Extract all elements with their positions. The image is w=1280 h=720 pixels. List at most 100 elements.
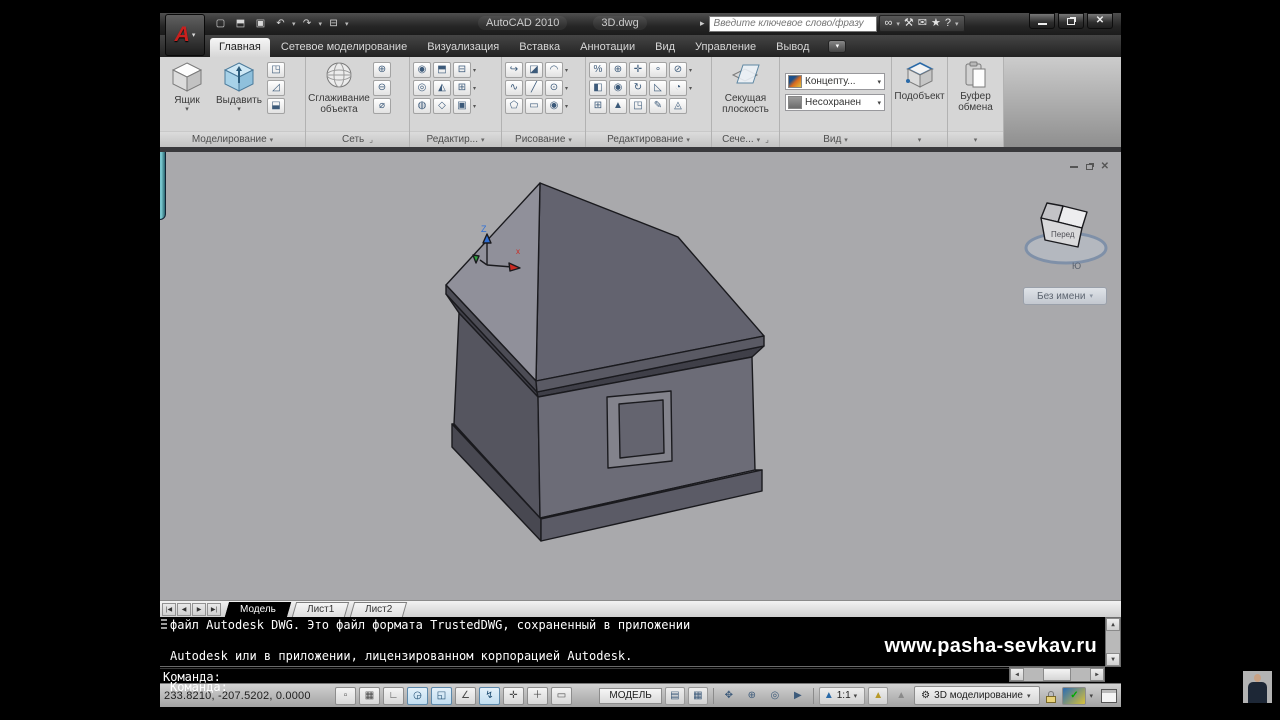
viewcube[interactable]: Перед Ю (1026, 203, 1106, 271)
redo-dropdown-icon[interactable]: ▾ (319, 20, 323, 28)
quick-view-drawings-icon[interactable]: ▦ (688, 687, 708, 705)
dropdown-icon[interactable]: ▾ (473, 85, 479, 92)
ellipse-icon[interactable]: ◉ (545, 98, 563, 114)
tab-vyvod[interactable]: Вывод (767, 38, 818, 57)
tab-list2[interactable]: Лист2 (350, 602, 408, 617)
panel-label-section[interactable]: Сече... ▾ ⌟ (712, 131, 779, 147)
copy-icon[interactable]: ∘ (649, 62, 667, 78)
search-dropdown-icon[interactable]: ▾ (896, 20, 900, 28)
tab-vid[interactable]: Вид (646, 38, 684, 57)
dropdown-icon[interactable]: ▾ (565, 103, 571, 110)
zoom-icon[interactable]: ⊕ (742, 687, 762, 705)
command-window-grip[interactable] (161, 619, 167, 631)
panel-label-modify[interactable]: Редактирование ▾ (586, 131, 711, 147)
workspace-switcher[interactable]: ⚙ 3D моделирование ▾ (914, 686, 1040, 705)
3d-rotate-gizmo-icon[interactable]: ◉ (609, 80, 627, 96)
autoscale-icon[interactable]: ▲ (891, 687, 911, 705)
chevron-down-icon[interactable]: ▾ (877, 99, 881, 107)
tab-annotacii[interactable]: Аннотации (571, 38, 644, 57)
spline-icon[interactable]: ∿ (505, 80, 523, 96)
mesh-refine-icon[interactable]: ⌀ (373, 98, 391, 114)
break-icon[interactable]: ⊘ (669, 62, 687, 78)
command-splitter[interactable] (160, 666, 1105, 669)
chevron-down-icon[interactable]: ▾ (877, 78, 881, 86)
scroll-right-icon[interactable]: ▶ (1090, 668, 1104, 681)
panel-label-clipboard[interactable]: ▾ (948, 131, 1003, 147)
smooth-more-icon[interactable]: ⊕ (373, 62, 391, 78)
rectangle-icon[interactable]: ▭ (525, 98, 543, 114)
house-model[interactable] (446, 183, 764, 541)
plot-button[interactable]: ⊟ (325, 17, 342, 32)
next-layout-button[interactable]: ▶ (192, 603, 206, 616)
viewcube-compass-south[interactable]: Ю (1072, 261, 1081, 271)
slice-icon[interactable]: ⊟ (453, 62, 471, 78)
doc-restore-icon[interactable] (1086, 164, 1093, 170)
tab-upravlenie[interactable]: Управление (686, 38, 765, 57)
status-menu-dropdown-icon[interactable]: ▾ (1089, 692, 1093, 700)
visual-style-combo[interactable]: Концепту... ▾ (785, 73, 885, 90)
undo-button[interactable]: ↶ (272, 17, 289, 32)
minimize-button[interactable] (1029, 13, 1055, 29)
thicken-icon[interactable]: ⊞ (453, 80, 471, 96)
line-icon[interactable]: ╱ (525, 80, 543, 96)
panel-label-subobject[interactable]: ▾ (892, 131, 947, 147)
last-layout-button[interactable]: ▶| (207, 603, 221, 616)
steering-wheel-icon[interactable]: ◎ (765, 687, 785, 705)
model-space[interactable]: Z x Перед Ю (160, 152, 1121, 600)
explode-icon[interactable]: ◧ (589, 80, 607, 96)
command-vertical-scrollbar[interactable]: ▲ ▼ (1105, 617, 1121, 667)
qat-customize-dropdown-icon[interactable]: ▾ (345, 20, 349, 28)
panel-label-solid-editing[interactable]: Редактир... ▾ (410, 131, 501, 147)
undo-dropdown-icon[interactable]: ▾ (292, 20, 296, 28)
doc-close-icon[interactable]: ✕ (1101, 161, 1109, 172)
polygon-icon[interactable]: ⬠ (505, 98, 523, 114)
trim-icon[interactable]: % (589, 62, 607, 78)
panel-label-draw[interactable]: Рисование ▾ (502, 131, 585, 147)
interfere-icon[interactable]: ▣ (453, 98, 471, 114)
infocenter-expand-icon[interactable]: ▸ (700, 18, 705, 29)
extrude-dropdown-icon[interactable]: ▾ (237, 106, 241, 114)
rotate-icon[interactable]: ↻ (629, 80, 647, 96)
search-icon[interactable]: ∞ (885, 16, 893, 31)
annotation-scale-button[interactable]: ▲ 1:1 ▾ (819, 687, 865, 705)
tab-vstavka[interactable]: Вставка (510, 38, 569, 57)
dropdown-icon[interactable]: ▾ (565, 85, 571, 92)
dropdown-icon[interactable]: ▾ (473, 67, 479, 74)
open-file-button[interactable]: ⬒ (232, 17, 249, 32)
dropdown-icon[interactable]: ▾ (689, 85, 695, 92)
scrollbar-thumb[interactable] (1043, 668, 1071, 681)
command-window[interactable]: файл Autodesk DWG. Это файл формата Trus… (160, 617, 1121, 683)
freehand-icon[interactable]: ◪ (525, 62, 543, 78)
move-icon[interactable]: ✛ (629, 62, 647, 78)
extrude-tool-button[interactable]: Выдавить ▾ (213, 59, 265, 114)
subobject-button[interactable]: Подобъект (894, 59, 946, 102)
clipboard-button[interactable]: Буфер обмена (950, 59, 1002, 113)
array-icon[interactable]: ⊞ (589, 98, 607, 114)
subtract-icon[interactable]: ◎ (413, 80, 431, 96)
performance-tuner-icon[interactable]: ✓ (1062, 687, 1086, 705)
scale-icon[interactable]: ◳ (629, 98, 647, 114)
prev-layout-button[interactable]: ◀ (177, 603, 191, 616)
tab-vizualizaciya[interactable]: Визуализация (418, 38, 508, 57)
dropdown-icon[interactable]: ▾ (565, 67, 571, 74)
help-icon[interactable]: ? (945, 16, 951, 31)
press-pull-icon[interactable]: ⬓ (267, 98, 285, 114)
box-dropdown-icon[interactable]: ▾ (185, 106, 189, 114)
communication-center-icon[interactable]: ✉ (918, 16, 927, 31)
arc-icon[interactable]: ◠ (545, 62, 563, 78)
fillet-icon[interactable]: ◔ (669, 80, 687, 96)
smooth-object-button[interactable]: Сглаживание объекта (307, 59, 371, 115)
first-layout-button[interactable]: |◀ (162, 603, 176, 616)
application-menu-button[interactable]: A ▾ (165, 14, 205, 56)
tab-glavnaya[interactable]: Главная (210, 38, 270, 57)
3d-move-gizmo-icon[interactable]: ⊕ (609, 62, 627, 78)
redo-button[interactable]: ↷ (299, 17, 316, 32)
tab-list1[interactable]: Лист1 (292, 602, 350, 617)
new-file-button[interactable]: ▢ (212, 17, 229, 32)
lock-icon[interactable] (1043, 687, 1059, 705)
named-view-combo[interactable]: Несохранен ▾ (785, 94, 885, 111)
panel-label-modeling[interactable]: Моделирование ▾ (160, 131, 305, 147)
show-motion-icon[interactable]: ▶ (788, 687, 808, 705)
close-button[interactable]: ✕ (1087, 13, 1113, 29)
named-view-pill[interactable]: Без имени ▾ (1023, 287, 1107, 305)
